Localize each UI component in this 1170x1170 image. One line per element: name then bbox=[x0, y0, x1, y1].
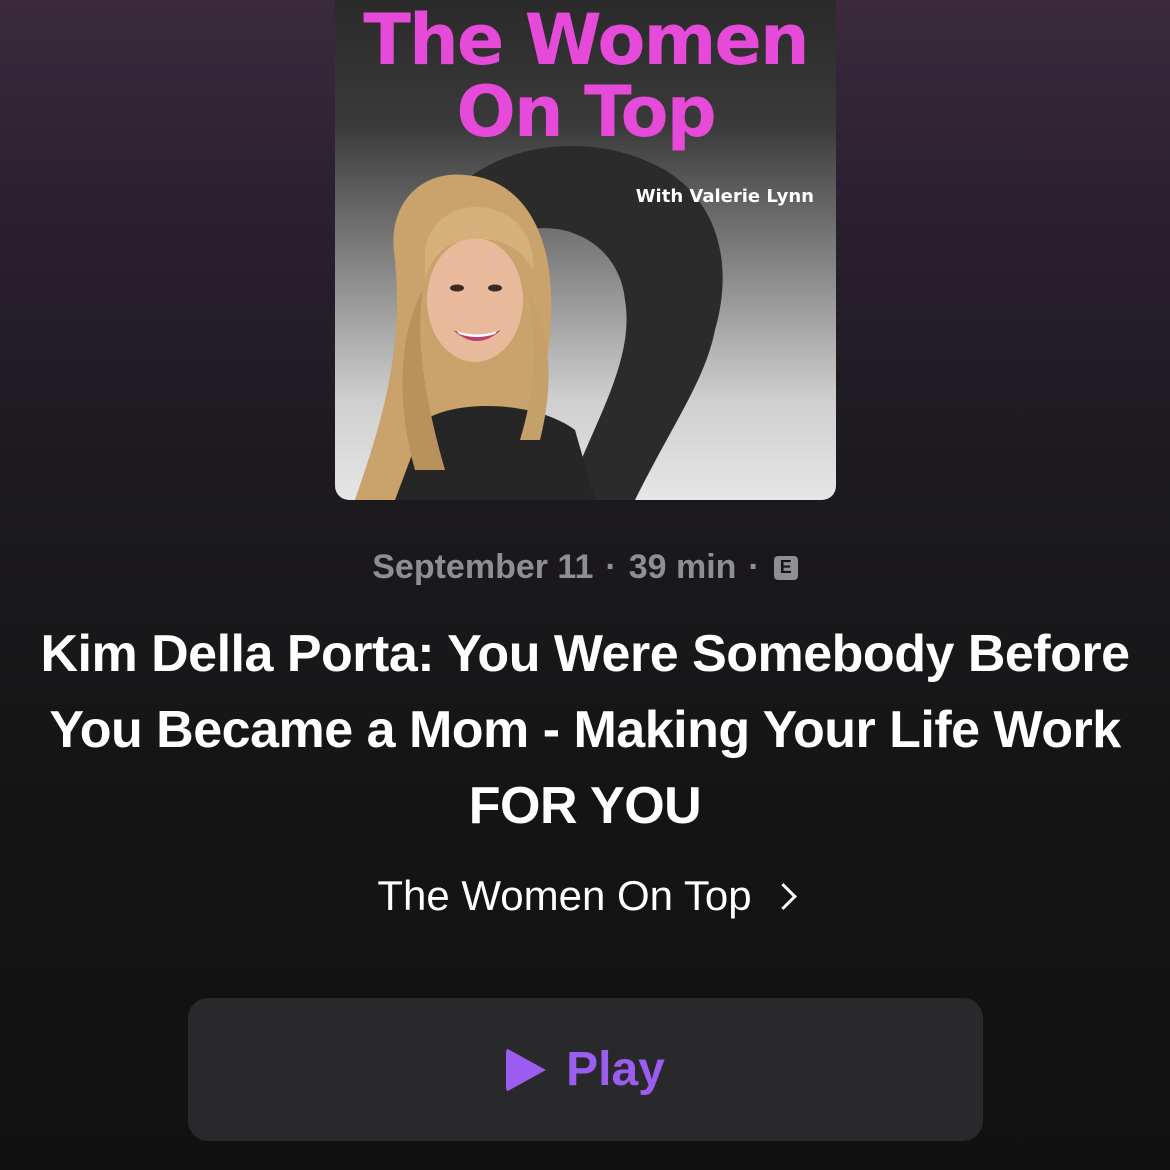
episode-title: Kim Della Porta: You Were Somebody Befor… bbox=[40, 625, 1130, 835]
artwork-title: The Women On Top bbox=[335, 4, 836, 148]
episode-meta: September 11 · 39 min · E bbox=[0, 548, 1170, 587]
chevron-right-icon bbox=[769, 882, 797, 910]
meta-separator: · bbox=[748, 548, 760, 586]
artwork-title-line2: On Top bbox=[456, 71, 716, 153]
artwork-title-line1: The Women bbox=[363, 0, 810, 81]
play-button[interactable]: Play bbox=[188, 998, 983, 1141]
podcast-artwork: The Women On Top With Valerie Lynn bbox=[335, 0, 836, 500]
explicit-badge: E bbox=[773, 555, 798, 580]
artwork-subtitle: With Valerie Lynn bbox=[635, 186, 814, 207]
meta-separator: · bbox=[605, 548, 617, 586]
play-label: Play bbox=[566, 1043, 665, 1096]
episode-duration: 39 min bbox=[628, 548, 737, 586]
episode-date: September 11 bbox=[372, 548, 594, 586]
play-icon bbox=[506, 1047, 547, 1092]
show-link[interactable]: The Women On Top bbox=[0, 872, 1170, 920]
show-name: The Women On Top bbox=[377, 872, 752, 919]
